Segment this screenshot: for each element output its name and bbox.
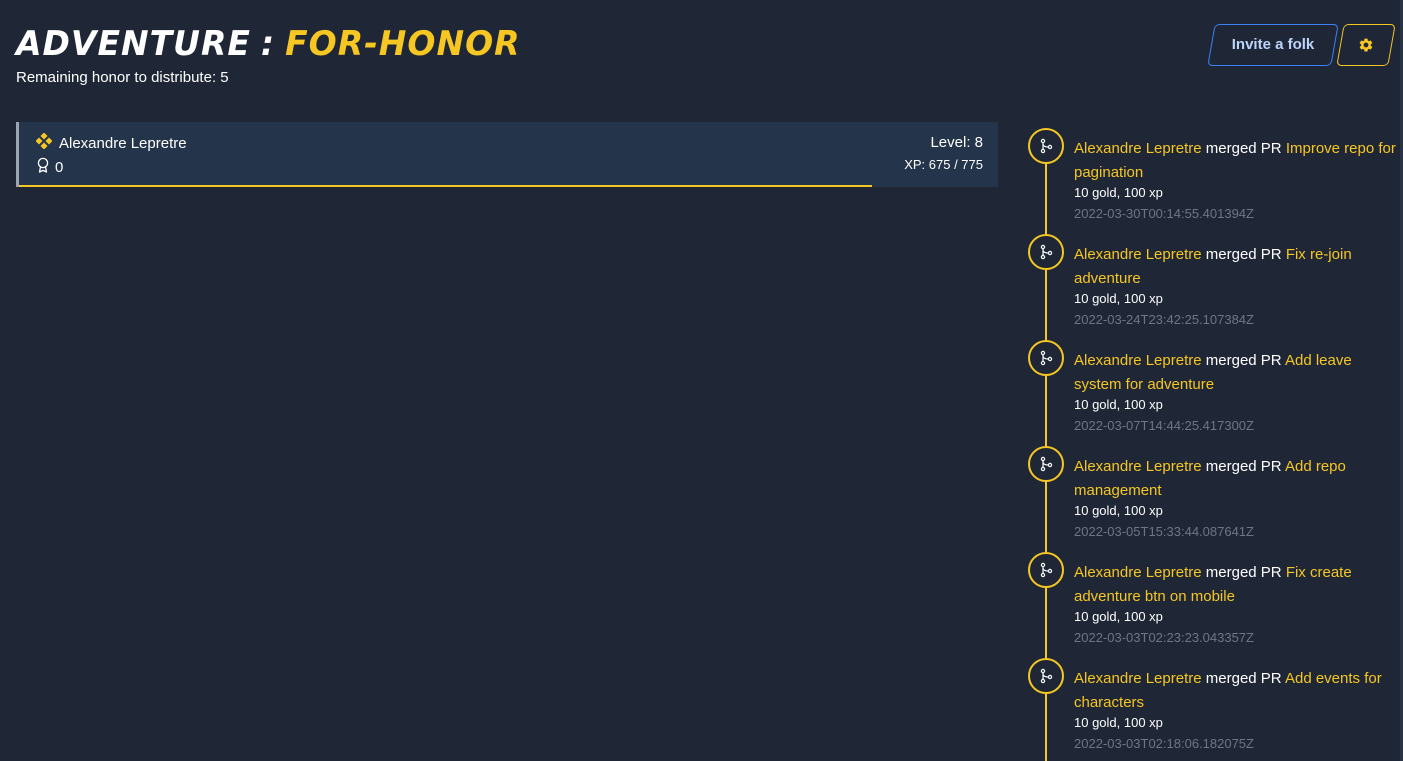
member-level: Level: 8 [930, 134, 983, 151]
title-separator: : [260, 23, 276, 64]
event-action: merged PR [1205, 140, 1282, 157]
event-reward: 10 gold, 100 xp [1074, 503, 1163, 518]
merge-icon [1028, 446, 1064, 482]
merge-icon [1028, 340, 1064, 376]
diamonds-icon [35, 132, 53, 154]
event-headline: Alexandre Lepretre merged PR Add leave s… [1074, 349, 1396, 397]
event-timestamp: 2022-03-03T02:18:06.182075Z [1074, 736, 1254, 751]
event-actor-link[interactable]: Alexandre Lepretre [1074, 564, 1202, 581]
event-timestamp: 2022-03-30T00:14:55.401394Z [1074, 206, 1254, 221]
settings-button[interactable] [1336, 24, 1396, 66]
adventure-page: ADVENTURE: FOR-HONOR Remaining honor to d… [0, 0, 1403, 761]
member-card[interactable]: Alexandre Lepretre 0 Level: 8 XP: 675 / … [16, 122, 998, 187]
member-name-row: Alexandre Lepretre [35, 132, 187, 154]
event-headline: Alexandre Lepretre merged PR Fix re-join… [1074, 243, 1396, 291]
event-headline: Alexandre Lepretre merged PR Add repo ma… [1074, 455, 1396, 503]
event-action: merged PR [1205, 670, 1282, 687]
member-honor-row: 0 [36, 157, 63, 178]
timeline-event: Alexandre Lepretre merged PR Add repo ma… [1028, 446, 1398, 552]
event-action: merged PR [1205, 564, 1282, 581]
member-xp: XP: 675 / 775 [904, 157, 983, 172]
title-adventure-name: FOR-HONOR [285, 23, 521, 64]
invite-folk-label: Invite a folk [1231, 36, 1315, 53]
event-actor-link[interactable]: Alexandre Lepretre [1074, 670, 1202, 687]
timeline-event: Alexandre Lepretre merged PR Fix create … [1028, 552, 1398, 658]
merge-icon [1028, 552, 1064, 588]
event-headline: Alexandre Lepretre merged PR Add events … [1074, 667, 1396, 715]
gear-icon [1341, 25, 1391, 65]
event-actor-link[interactable]: Alexandre Lepretre [1074, 352, 1202, 369]
event-actor-link[interactable]: Alexandre Lepretre [1074, 458, 1202, 475]
event-reward: 10 gold, 100 xp [1074, 609, 1163, 624]
event-timestamp: 2022-03-03T02:23:23.043357Z [1074, 630, 1254, 645]
timeline-event: Alexandre Lepretre merged PR Add leave s… [1028, 340, 1398, 446]
member-honor-value: 0 [55, 158, 64, 176]
event-actor-link[interactable]: Alexandre Lepretre [1074, 246, 1202, 263]
invite-folk-button[interactable]: Invite a folk [1207, 24, 1339, 66]
timeline-event: Alexandre Lepretre merged PR Fix re-join… [1028, 234, 1398, 340]
event-reward: 10 gold, 100 xp [1074, 291, 1163, 306]
page-title: ADVENTURE: FOR-HONOR [16, 24, 521, 65]
event-headline: Alexandre Lepretre merged PR Fix create … [1074, 561, 1396, 609]
event-reward: 10 gold, 100 xp [1074, 715, 1163, 730]
timeline-event: Alexandre Lepretre merged PR Add events … [1028, 658, 1398, 761]
timeline-event: Alexandre Lepretre merged PR Improve rep… [1028, 128, 1398, 234]
member-name: Alexandre Lepretre [59, 134, 187, 152]
merge-icon [1028, 128, 1064, 164]
event-timestamp: 2022-03-24T23:42:25.107384Z [1074, 312, 1254, 327]
event-reward: 10 gold, 100 xp [1074, 397, 1163, 412]
event-reward: 10 gold, 100 xp [1074, 185, 1163, 200]
event-action: merged PR [1205, 352, 1282, 369]
event-timestamp: 2022-03-05T15:33:44.087641Z [1074, 524, 1254, 539]
title-adventure: ADVENTURE [16, 23, 251, 64]
events-timeline: Alexandre Lepretre merged PR Improve rep… [1028, 128, 1398, 761]
merge-icon [1028, 234, 1064, 270]
remaining-honor-text: Remaining honor to distribute: 5 [16, 69, 229, 86]
merge-icon [1028, 658, 1064, 694]
event-action: merged PR [1205, 246, 1282, 263]
event-headline: Alexandre Lepretre merged PR Improve rep… [1074, 137, 1396, 185]
event-action: merged PR [1205, 458, 1282, 475]
xp-progress-bar [19, 185, 872, 187]
medal-icon [36, 157, 50, 178]
event-timestamp: 2022-03-07T14:44:25.417300Z [1074, 418, 1254, 433]
event-actor-link[interactable]: Alexandre Lepretre [1074, 140, 1202, 157]
